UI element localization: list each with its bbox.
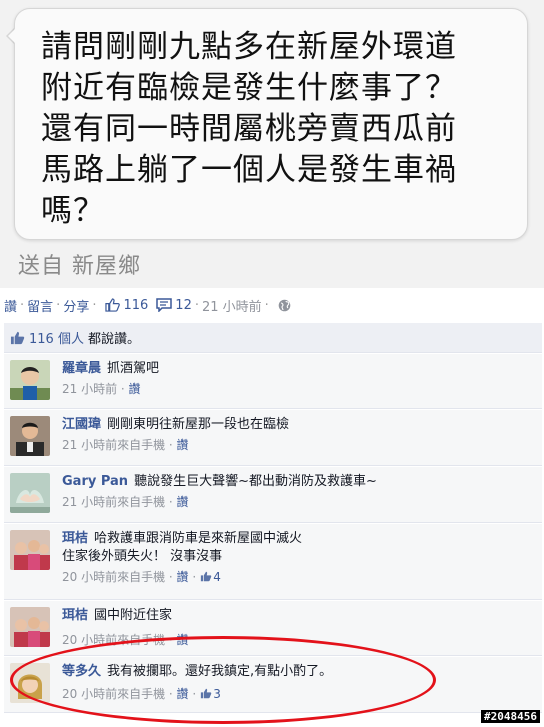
- separator: ·: [56, 297, 61, 313]
- sent-from-label: 送自 新屋鄉: [18, 254, 141, 279]
- comment-item: 珥桔 國中附近住家 20 小時前來自手機 · 讚: [4, 601, 542, 656]
- likes-suffix: 都說讚。: [87, 332, 140, 347]
- comment-text: 聽說發生巨大聲響~都出動消防及救護車~: [134, 474, 377, 489]
- comment-item: Gary Pan 聽說發生巨大聲響~都出動消防及救護車~ 21 小時前來自手機 ·…: [4, 467, 542, 523]
- comment-time[interactable]: 21 小時前來自手機: [62, 438, 165, 452]
- bubble-tail-inner: [8, 28, 16, 44]
- comment-author[interactable]: Gary Pan: [62, 474, 128, 489]
- comment-item: 羅章晨 抓酒駕吧 21 小時前 · 讚: [4, 354, 542, 409]
- comment-text: 抓酒駕吧: [107, 361, 160, 376]
- comment-time[interactable]: 21 小時前: [62, 382, 117, 396]
- separator: ·: [194, 297, 199, 313]
- comment-like-link[interactable]: 讚: [177, 438, 189, 452]
- thumbs-up-icon[interactable]: [105, 298, 121, 312]
- like-link[interactable]: 讚: [4, 296, 17, 315]
- comment-item: 江國瑋 剛剛東明往新屋那一段也在臨檢 21 小時前來自手機 · 讚: [4, 410, 542, 466]
- comment-time[interactable]: 20 小時前來自手機: [62, 633, 165, 647]
- comment-time[interactable]: 20 小時前來自手機: [62, 570, 165, 584]
- separator: ·: [264, 297, 269, 313]
- likes-summary-row: 116 個人 都說讚。: [4, 323, 542, 353]
- like-count[interactable]: 116: [123, 298, 148, 313]
- avatar[interactable]: [10, 473, 50, 513]
- comment-link[interactable]: 留言: [27, 296, 53, 315]
- comment-text: 國中附近住家: [94, 608, 173, 623]
- message-text: 請問剛剛九點多在新屋外環道 附近有臨檢是發生什麼事了？ 還有同一時間屬桃旁賣西瓜…: [41, 29, 457, 229]
- comment-author[interactable]: 江國瑋: [62, 417, 101, 432]
- comment-text: 剛剛東明往新屋那一段也在臨檢: [107, 417, 290, 432]
- comment-like-link[interactable]: 讚: [177, 687, 189, 701]
- comment-like-link[interactable]: 讚: [177, 570, 189, 584]
- watermark: #2048456: [481, 710, 540, 723]
- post-action-bar: 讚 · 留言 · 分享 · 116 12 · 21 小時前 ·: [0, 292, 544, 318]
- avatar[interactable]: [10, 416, 50, 456]
- comment-item: 等多久 我有被攔耶。還好我鎮定,有點小酌了。 20 小時前來自手機 · 讚 · 3: [4, 657, 542, 713]
- comment-time[interactable]: 21 小時前來自手機: [62, 495, 165, 509]
- comment-like-link[interactable]: 讚: [177, 633, 189, 647]
- separator: ·: [92, 297, 97, 313]
- share-link[interactable]: 分享: [63, 296, 89, 315]
- post-timestamp[interactable]: 21 小時前: [202, 296, 262, 315]
- comment-author[interactable]: 珥桔: [62, 531, 88, 546]
- message-screenshot: 請問剛剛九點多在新屋外環道 附近有臨檢是發生什麼事了？ 還有同一時間屬桃旁賣西瓜…: [0, 0, 544, 288]
- comment-count[interactable]: 12: [175, 298, 192, 313]
- globe-icon: [278, 299, 291, 311]
- separator: ·: [20, 297, 25, 313]
- comment-like-count[interactable]: 4: [213, 570, 221, 584]
- comment-time[interactable]: 20 小時前來自手機: [62, 687, 165, 701]
- thumbs-up-icon: [201, 571, 212, 582]
- comment-text: 我有被攔耶。還好我鎮定,有點小酌了。: [107, 664, 333, 679]
- comment-author[interactable]: 等多久: [62, 664, 101, 679]
- comment-bubble-icon[interactable]: [156, 298, 173, 312]
- avatar[interactable]: [10, 530, 50, 570]
- comment-text: 哈救護車跟消防車是來新屋國中滅火 住家後外頭失火！ 沒事沒事: [62, 531, 303, 564]
- avatar[interactable]: [10, 360, 50, 400]
- comment-like-link[interactable]: 讚: [129, 382, 141, 396]
- message-bubble: 請問剛剛九點多在新屋外環道 附近有臨檢是發生什麼事了？ 還有同一時間屬桃旁賣西瓜…: [14, 8, 528, 240]
- thumbs-up-icon: [201, 688, 212, 699]
- comment-like-count[interactable]: 3: [213, 687, 221, 701]
- avatar[interactable]: [10, 663, 50, 703]
- comment-author[interactable]: 珥桔: [62, 608, 88, 623]
- likes-people-link[interactable]: 116 個人: [29, 328, 84, 347]
- comment-author[interactable]: 羅章晨: [62, 361, 101, 376]
- thumbs-up-icon: [10, 331, 25, 344]
- comment-like-link[interactable]: 讚: [177, 495, 189, 509]
- avatar[interactable]: [10, 607, 50, 647]
- comment-item: 珥桔 哈救護車跟消防車是來新屋國中滅火 住家後外頭失火！ 沒事沒事 20 小時前來…: [4, 524, 542, 600]
